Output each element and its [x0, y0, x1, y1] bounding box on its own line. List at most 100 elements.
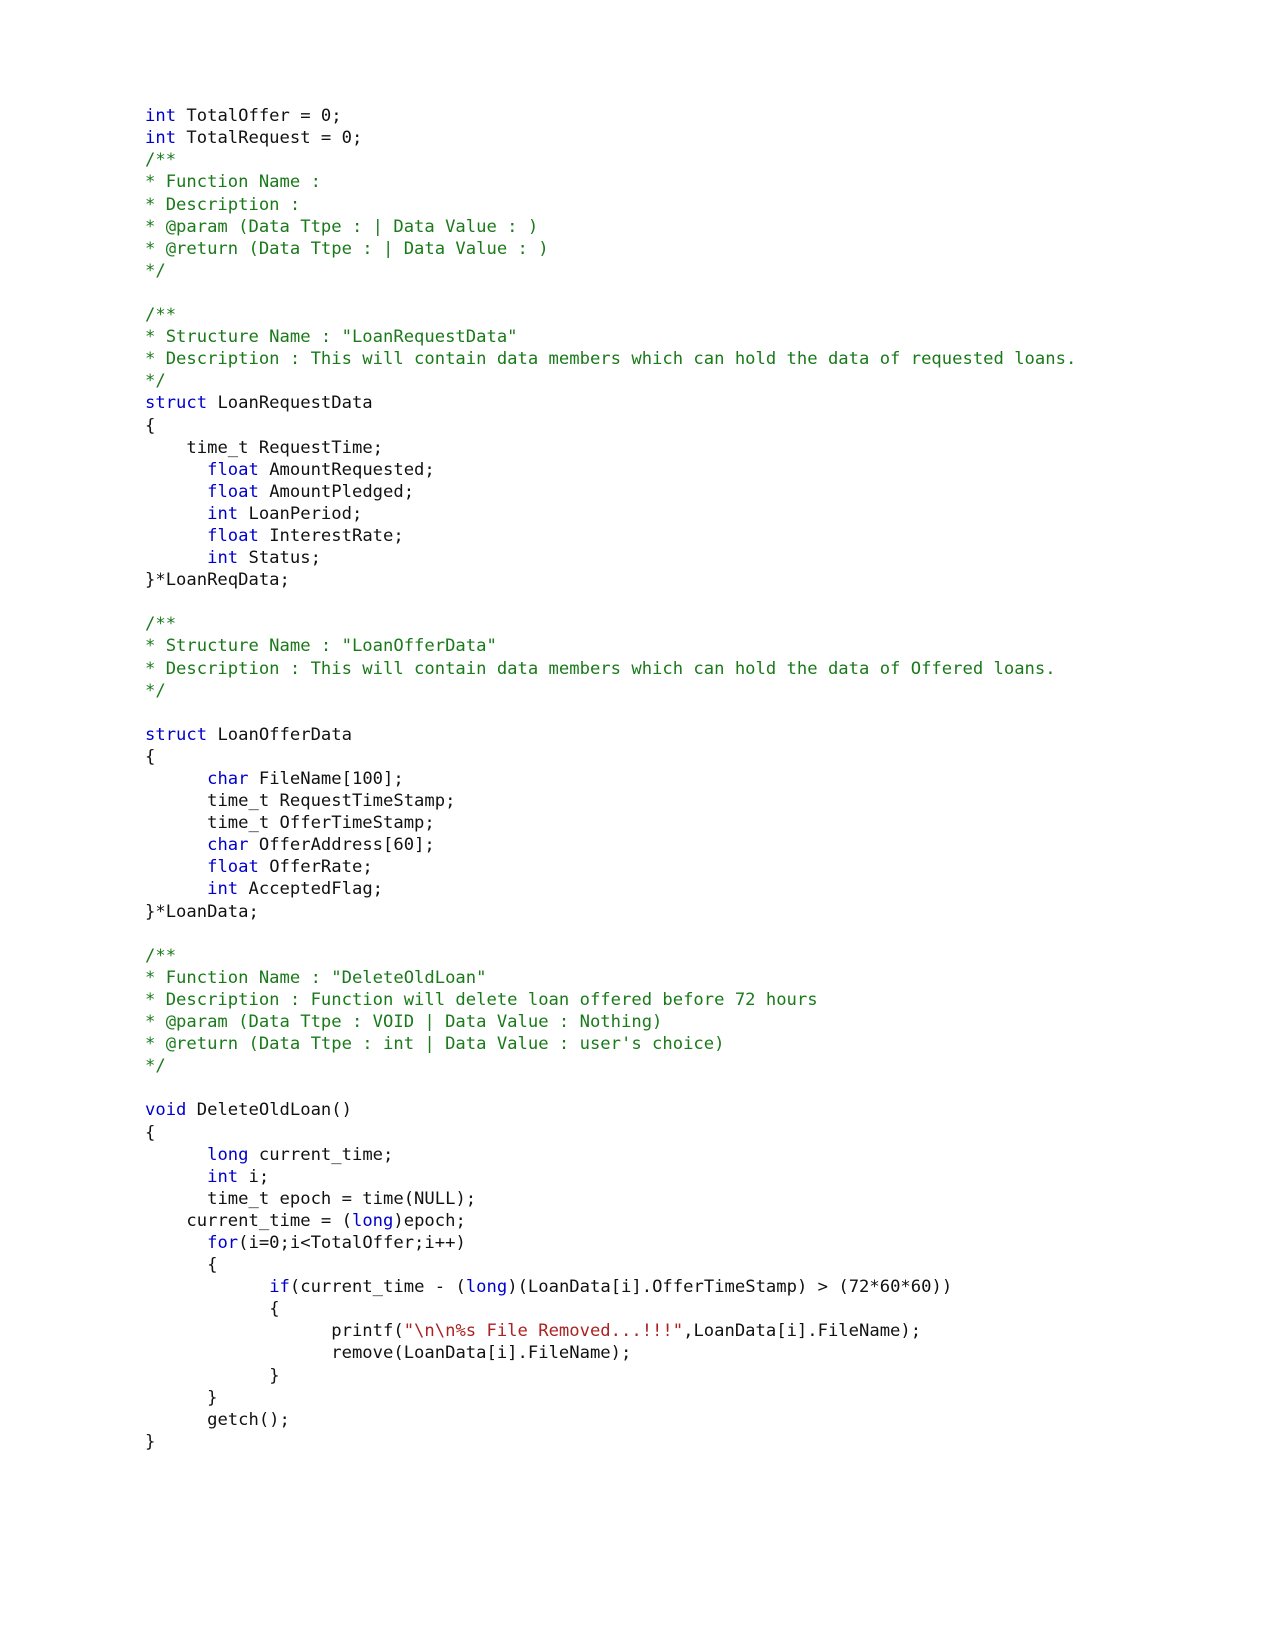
code-line: /** — [145, 613, 1135, 635]
code-token-txt: getch(); — [145, 1409, 290, 1430]
code-line: /** — [145, 149, 1135, 171]
code-line: /** — [145, 945, 1135, 967]
code-token-cmt: * @return (Data Ttpe : | Data Value : ) — [145, 238, 549, 259]
code-token-kw: char — [207, 769, 249, 789]
code-line: { — [145, 1254, 1135, 1276]
code-token-kw: int — [207, 1166, 239, 1187]
code-line: */ — [145, 260, 1135, 282]
code-token-txt: AmountRequested; — [258, 459, 435, 480]
code-line: * Description : — [145, 194, 1135, 216]
code-line: time_t RequestTimeStamp; — [145, 790, 1135, 812]
code-token-txt: { — [145, 1122, 156, 1143]
code-line: }*LoanData; — [145, 901, 1135, 923]
code-token-kw: struct — [145, 393, 208, 414]
code-token-txt: (i=0;i<TotalOffer;i++) — [238, 1232, 466, 1253]
code-token-kw: char — [207, 835, 249, 856]
code-token-kw: struct — [145, 724, 208, 745]
code-line: /** — [145, 304, 1135, 326]
code-line: * @return (Data Ttpe : | Data Value : ) — [145, 238, 1135, 260]
code-line: */ — [145, 680, 1135, 702]
code-line: */ — [145, 1055, 1135, 1077]
code-listing: int TotalOffer = 0; int TotalRequest = 0;… — [145, 105, 1135, 1453]
code-token-txt: { — [145, 1299, 280, 1320]
code-token-txt: } — [145, 1387, 218, 1408]
code-token-cmt: */ — [145, 371, 166, 392]
code-line: int Status; — [145, 547, 1135, 569]
code-token-txt: printf( — [145, 1321, 404, 1342]
code-line: time_t OfferTimeStamp; — [145, 812, 1135, 834]
code-line: * Description : Function will delete loa… — [145, 989, 1135, 1011]
code-token-kw: long — [465, 1277, 508, 1298]
document-page: int TotalOffer = 0; int TotalRequest = 0;… — [0, 0, 1275, 1650]
code-line: } — [145, 1365, 1135, 1387]
code-line: int AcceptedFlag; — [145, 878, 1135, 900]
code-line: float AmountRequested; — [145, 459, 1135, 481]
code-token-txt: } — [145, 1365, 280, 1386]
code-line: void DeleteOldLoan() — [145, 1099, 1135, 1121]
code-token-txt: AmountPledged; — [258, 481, 415, 502]
code-token-kw: void — [145, 1100, 187, 1121]
code-token-txt: time_t epoch = time(NULL); — [145, 1188, 477, 1209]
code-token-cmt: * Function Name : "DeleteOldLoan" — [145, 967, 487, 988]
code-token-txt: )(LoanData[i].OfferTimeStamp) > (72*60*6… — [507, 1277, 953, 1298]
code-token-kw: int — [207, 503, 239, 524]
code-line: * Description : This will contain data m… — [145, 658, 1135, 680]
code-line: { — [145, 1122, 1135, 1144]
code-token-txt: FileName[100]; — [248, 769, 404, 789]
code-line: char FileName[100]; — [145, 768, 1135, 790]
code-token-cmt: */ — [145, 680, 166, 701]
code-token-kw: int — [145, 106, 177, 127]
code-token-cmt: /** — [145, 614, 177, 635]
code-line: getch(); — [145, 1409, 1135, 1431]
code-token-kw: for — [207, 1232, 239, 1253]
code-line: */ — [145, 370, 1135, 392]
code-token-cmt: * Function Name : — [145, 172, 321, 193]
code-line: int i; — [145, 1166, 1135, 1188]
code-token-str: "\n\n%s File Removed...!!!" — [403, 1321, 684, 1342]
code-token-cmt: /** — [145, 305, 177, 326]
code-token-cmt: * Description : Function will delete loa… — [145, 989, 818, 1010]
code-line: * Description : This will contain data m… — [145, 348, 1135, 370]
code-token-kw: int — [207, 548, 239, 569]
code-token-cmt: */ — [145, 1056, 166, 1077]
code-token-txt: (current_time - ( — [289, 1277, 466, 1298]
code-token-txt: TotalRequest = 0; — [176, 128, 363, 149]
code-line: if(current_time - (long)(LoanData[i].Off… — [145, 1276, 1135, 1298]
code-token-txt: ,LoanData[i].FileName); — [683, 1321, 922, 1342]
code-token-txt: }*LoanData; — [145, 901, 259, 922]
code-token-txt: TotalOffer = 0; — [176, 106, 342, 127]
code-line: remove(LoanData[i].FileName); — [145, 1342, 1135, 1364]
code-token-txt: Status; — [238, 548, 321, 569]
code-token-txt: time_t OfferTimeStamp; — [145, 813, 435, 834]
code-token-txt: AcceptedFlag; — [238, 879, 384, 900]
code-line: time_t RequestTime; — [145, 437, 1135, 459]
code-token-txt: { — [145, 746, 156, 767]
code-token-txt: InterestRate; — [258, 525, 404, 546]
code-line: current_time = (long)epoch; — [145, 1210, 1135, 1232]
code-line: * @param (Data Ttpe : | Data Value : ) — [145, 216, 1135, 238]
code-token-kw: int — [145, 128, 177, 149]
code-token-txt: LoanPeriod; — [238, 503, 363, 524]
code-token-txt: { — [145, 1255, 218, 1276]
code-line: int TotalOffer = 0; — [145, 105, 1135, 127]
code-token-txt: } — [145, 1431, 156, 1452]
code-token-kw: float — [207, 857, 259, 878]
code-token-kw: float — [207, 481, 259, 502]
code-line: time_t epoch = time(NULL); — [145, 1188, 1135, 1210]
code-token-cmt: * Description : This will contain data m… — [145, 658, 1056, 679]
code-token-kw: int — [207, 879, 239, 900]
code-token-txt: i; — [238, 1166, 270, 1187]
code-line: * Structure Name : "LoanRequestData" — [145, 326, 1135, 348]
